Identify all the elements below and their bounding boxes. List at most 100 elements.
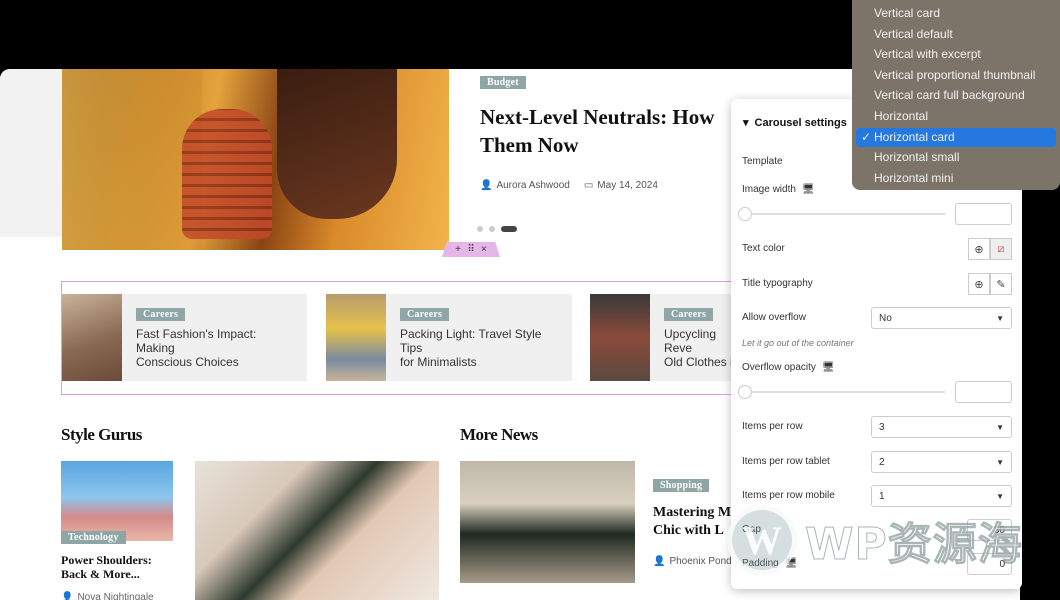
template-option-label: Vertical card [874,6,941,20]
title-typography-label: Title typography [742,278,813,289]
carousel-dot[interactable] [489,226,495,232]
calendar-icon: ▭ [583,180,594,191]
template-option-label: Vertical card full background [874,88,1025,103]
items-per-row-label: Items per row [742,421,803,432]
overflow-opacity-row: Overflow opacity 🖥 [742,362,835,373]
template-option[interactable]: Vertical card [856,4,1056,23]
panel-title: Carousel settings [754,116,847,129]
carousel-card-title[interactable]: Fast Fashion's Impact: Making Conscious … [136,327,296,369]
hero-carousel-dots [477,226,517,232]
watermark-text: WP资源海 [805,519,1023,571]
items-per-row-tablet-select[interactable]: 2 ▼ [871,451,1012,473]
slider-knob[interactable] [738,385,752,399]
collapse-caret-icon[interactable]: ▾ [743,116,749,129]
slider-knob[interactable] [738,207,752,221]
items-per-row-value: 3 [879,421,885,433]
carousel-dot[interactable] [477,226,483,232]
template-option[interactable]: Vertical proportional thumbnail [856,66,1056,85]
carousel-card-badge[interactable]: Careers [664,308,714,321]
carousel-card-1[interactable]: Careers Fast Fashion's Impact: Making Co… [62,294,307,381]
template-option-label: Vertical with excerpt [874,47,981,62]
hero-date: May 14, 2024 [597,180,658,191]
edit-pencil-icon[interactable]: ✎ [990,273,1012,295]
allow-overflow-hint: Let it go out of the container [742,338,854,348]
wordpress-logo-icon: W [727,505,797,575]
color-swatch-empty-icon[interactable]: ⧄ [990,238,1012,260]
image-width-slider[interactable] [738,207,945,221]
items-per-row-tablet-value: 2 [879,456,885,468]
image-width-label: Image width [742,184,796,195]
move-handle-icon[interactable]: ⠿ [467,244,474,255]
chevron-down-icon: ▼ [996,422,1004,432]
add-element-icon[interactable]: + [455,244,461,255]
panel-header[interactable]: ▾ Carousel settings [743,116,847,130]
template-option[interactable]: Horizontal [856,107,1056,126]
style-gurus-feature-image[interactable] [195,461,439,600]
style-gurus-badge[interactable]: Technology [61,531,126,544]
more-news-badge[interactable]: Shopping [653,479,710,492]
carousel-dot-active[interactable] [501,226,517,232]
overflow-opacity-slider[interactable] [738,385,945,399]
allow-overflow-value: No [879,312,892,324]
overflow-opacity-input[interactable] [955,381,1012,403]
template-option-label: Horizontal [874,109,929,123]
chevron-down-icon: ▼ [996,457,1004,467]
carousel-card-title[interactable]: Packing Light: Travel Style Tips for Min… [400,327,560,369]
style-gurus-post-title[interactable]: Power Shoulders: Back & More... [61,553,152,581]
carousel-card-title[interactable]: Upcycling Reve Old Clothes in [664,327,740,369]
carousel-card-2[interactable]: Careers Packing Light: Travel Style Tips… [326,294,572,381]
hero-meta: 👤 Aurora Ashwood ▭ May 14, 2024 [480,180,658,191]
element-edit-handle[interactable]: + ⠿ × [442,242,500,257]
global-typography-icon[interactable]: ⊕ [968,273,990,295]
text-color-label: Text color [742,243,785,254]
template-label: Template [742,156,783,167]
global-color-icon[interactable]: ⊕ [968,238,990,260]
carousel-card-thumbnail[interactable] [326,294,386,381]
items-per-row-mobile-label: Items per row mobile [742,490,835,501]
close-element-icon[interactable]: × [481,244,487,255]
allow-overflow-select[interactable]: No ▼ [871,307,1012,329]
hero-author[interactable]: Aurora Ashwood [496,180,569,191]
chevron-down-icon: ▼ [996,491,1004,501]
responsive-desktop-icon[interactable]: 🖥 [802,184,815,195]
carousel-card-badge[interactable]: Careers [136,308,186,321]
hero-image-veil [62,69,202,250]
items-per-row-select[interactable]: 3 ▼ [871,416,1012,438]
image-width-input[interactable] [955,203,1012,225]
template-option[interactable]: ✓ Horizontal card [856,127,1056,147]
style-gurus-author[interactable]: Nova Nightingale [77,592,153,600]
hero-image[interactable] [62,69,449,250]
carousel-card-3[interactable]: Careers Upcycling Reve Old Clothes in [590,294,740,381]
checkmark-icon: ✓ [861,129,872,144]
carousel-card-thumbnail[interactable] [590,294,650,381]
template-option-label: Vertical proportional thumbnail [874,67,1036,82]
user-icon: 👤 [480,180,493,191]
hero-image-beads [182,109,272,239]
user-icon: 👤 [61,592,74,600]
style-gurus-meta: 👤 Nova Nightingale [61,592,154,600]
template-option[interactable]: Vertical card full background [856,86,1056,105]
template-option-label: Horizontal mini [874,170,954,185]
allow-overflow-label: Allow overflow [742,312,806,323]
template-option-label: Vertical default [874,26,953,41]
items-per-row-mobile-select[interactable]: 1 ▼ [871,485,1012,507]
user-icon: 👤 [653,556,666,567]
items-per-row-tablet-label: Items per row tablet [742,456,830,467]
carousel-card-badge[interactable]: Careers [400,308,450,321]
template-option[interactable]: Horizontal mini [856,169,1056,188]
hero-category-badge[interactable]: Budget [480,76,526,89]
more-news-image[interactable] [460,461,635,583]
carousel-card-thumbnail[interactable] [62,294,122,381]
image-width-row: Image width 🖥 [742,184,815,195]
more-news-post-title[interactable]: Mastering M Chic with L [653,504,731,540]
style-gurus-heading: Style Gurus [61,425,142,444]
style-gurus-thumbnail[interactable] [61,461,173,541]
responsive-desktop-icon[interactable]: 🖥 [822,362,835,373]
template-option[interactable]: Vertical default [856,25,1056,44]
chevron-down-icon: ▼ [996,313,1004,323]
template-option[interactable]: Vertical with excerpt [856,45,1056,64]
overflow-opacity-label: Overflow opacity [742,362,816,373]
left-background-strip [0,69,62,237]
items-per-row-mobile-value: 1 [879,490,885,502]
template-option[interactable]: Horizontal small [856,148,1056,167]
